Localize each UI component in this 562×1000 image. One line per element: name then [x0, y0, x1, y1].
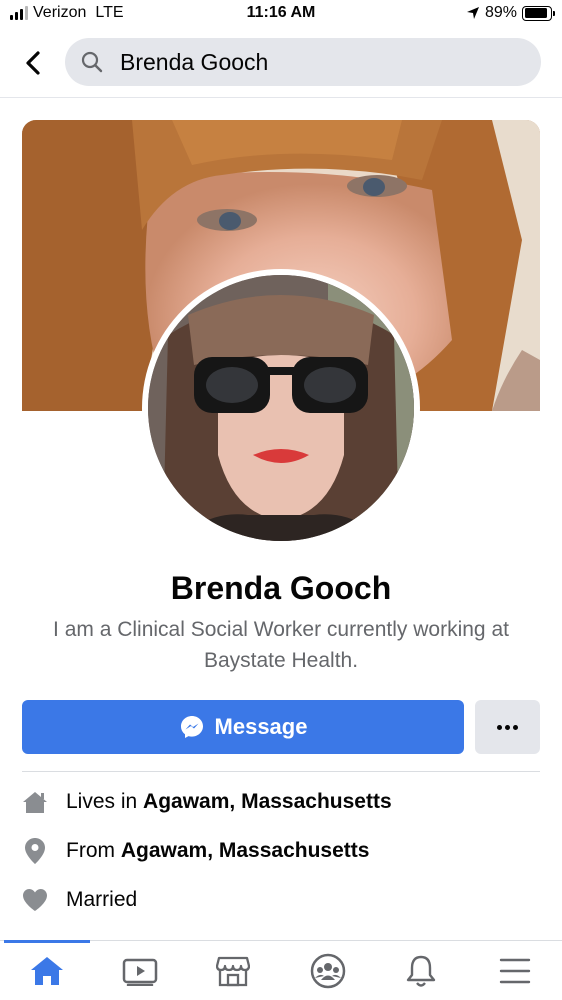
- more-options-button[interactable]: [475, 700, 540, 754]
- tab-watch[interactable]: [117, 951, 163, 991]
- watch-icon: [122, 958, 158, 986]
- status-right: 89%: [466, 4, 555, 22]
- tab-home[interactable]: [24, 951, 70, 991]
- info-lives-value[interactable]: Agawam, Massachusetts: [143, 790, 392, 814]
- info-lives-prefix: Lives in: [66, 790, 138, 813]
- marketplace-icon: [216, 956, 250, 987]
- messenger-icon: [180, 716, 203, 738]
- more-dots-icon: [497, 724, 502, 730]
- message-button[interactable]: Message: [22, 700, 464, 754]
- active-tab-indicator: [4, 940, 90, 943]
- search-icon: [81, 51, 103, 73]
- battery-percent: 89%: [484, 4, 517, 21]
- divider: [22, 771, 540, 772]
- profile-name: Brenda Gooch: [170, 570, 392, 606]
- tab-menu[interactable]: [492, 951, 538, 991]
- info-relationship: Married: [66, 888, 138, 911]
- heart-icon: [22, 887, 48, 913]
- info-row-relationship: Married: [22, 885, 137, 915]
- menu-icon: [499, 958, 531, 984]
- info-from-prefix: From: [66, 839, 115, 862]
- chevron-left-icon: [26, 51, 40, 75]
- home-icon: [22, 789, 48, 815]
- profile-picture[interactable]: [142, 269, 420, 547]
- bottom-tab-bar: [0, 940, 562, 1000]
- status-bar: Verizon LTE 11:16 AM 89%: [0, 0, 562, 30]
- tab-notifications[interactable]: [398, 951, 444, 991]
- profile-bio: I am a Clinical Social Worker currently …: [53, 618, 509, 672]
- search-header: Brenda Gooch: [0, 30, 562, 98]
- tab-marketplace[interactable]: [210, 951, 256, 991]
- groups-icon: [310, 953, 346, 989]
- message-label: Message: [214, 714, 308, 739]
- info-from-value[interactable]: Agawam, Massachusetts: [121, 839, 370, 863]
- search-query: Brenda Gooch: [120, 49, 269, 75]
- location-pin-icon: [22, 838, 48, 864]
- notifications-icon: [406, 955, 436, 987]
- info-row-from: From Agawam, Massachusetts: [22, 836, 369, 866]
- location-arrow-icon: [466, 7, 479, 19]
- battery-icon: [522, 5, 555, 21]
- tab-groups[interactable]: [305, 951, 351, 991]
- search-input[interactable]: Brenda Gooch: [65, 38, 541, 86]
- home-icon: [31, 957, 63, 985]
- info-row-lives-in: Lives in Agawam, Massachusetts: [22, 787, 392, 817]
- back-button[interactable]: [16, 46, 50, 80]
